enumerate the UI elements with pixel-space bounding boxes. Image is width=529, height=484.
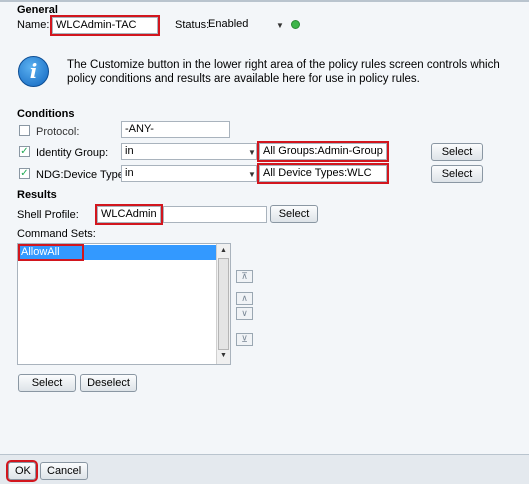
scroll-thumb[interactable] [218,258,229,350]
ndg-device-type-value[interactable]: All Device Types:WLC [257,163,389,184]
ndg-device-type-select-button[interactable]: Select [431,165,483,183]
ndg-device-type-operator: in [125,167,134,179]
protocol-label: Protocol: [36,126,80,138]
name-input[interactable]: WLCAdmin-TAC [50,15,160,36]
move-up-icon[interactable]: ∧ [236,292,253,305]
ok-button[interactable]: OK [6,460,38,482]
general-heading: General [17,4,58,16]
command-set-highlight-box [18,244,84,261]
cancel-button[interactable]: Cancel [40,462,88,480]
ndg-device-type-dropdown-arrow-icon[interactable]: ▼ [248,170,256,179]
ndg-device-type-operator-select[interactable]: in [121,165,257,182]
shell-profile-label: Shell Profile: [17,209,79,221]
move-bottom-icon[interactable]: ⊻ [236,333,253,346]
info-text-line1: The Customize button in the lower right … [67,59,500,71]
info-icon: i [18,56,49,87]
shell-profile-input[interactable]: WLCAdmin [95,204,163,225]
scroll-up-arrow-icon[interactable]: ▲ [220,247,227,254]
command-set-deselect-button[interactable]: Deselect [80,374,137,392]
identity-group-dropdown-arrow-icon[interactable]: ▼ [248,148,256,157]
command-set-select-button[interactable]: Select [18,374,76,392]
shell-profile-select-button[interactable]: Select [270,205,318,223]
protocol-checkbox[interactable] [19,125,30,136]
top-border [0,0,529,2]
identity-group-label: Identity Group: [36,147,109,159]
scroll-down-arrow-icon[interactable]: ▼ [220,352,227,359]
status-dropdown-arrow-icon[interactable]: ▼ [276,21,284,30]
conditions-heading: Conditions [17,108,75,120]
ndg-device-type-label: NDG:Device Type: [36,169,127,181]
protocol-value: -ANY- [121,121,230,138]
command-sets-label: Command Sets: [17,228,96,240]
command-sets-list[interactable]: AllowAll ▲ ▼ [17,243,231,365]
identity-group-checkbox[interactable]: ✓ [19,146,30,157]
identity-group-operator: in [125,145,134,157]
status-select[interactable]: Enabled [205,17,273,34]
identity-group-select-button[interactable]: Select [431,143,483,161]
status-indicator-icon [291,20,300,29]
move-down-icon[interactable]: ∨ [236,307,253,320]
status-value: Enabled [208,18,249,30]
move-top-icon[interactable]: ⊼ [236,270,253,283]
name-label: Name: [17,19,50,31]
identity-group-value[interactable]: All Groups:Admin-Group [257,141,389,162]
shell-profile-field-extension [163,206,267,223]
ndg-device-type-checkbox[interactable]: ✓ [19,168,30,179]
results-heading: Results [17,189,57,201]
identity-group-operator-select[interactable]: in [121,143,257,160]
info-text-line2: policy conditions and results are availa… [67,73,420,85]
command-sets-scrollbar[interactable]: ▲ ▼ [216,244,230,364]
